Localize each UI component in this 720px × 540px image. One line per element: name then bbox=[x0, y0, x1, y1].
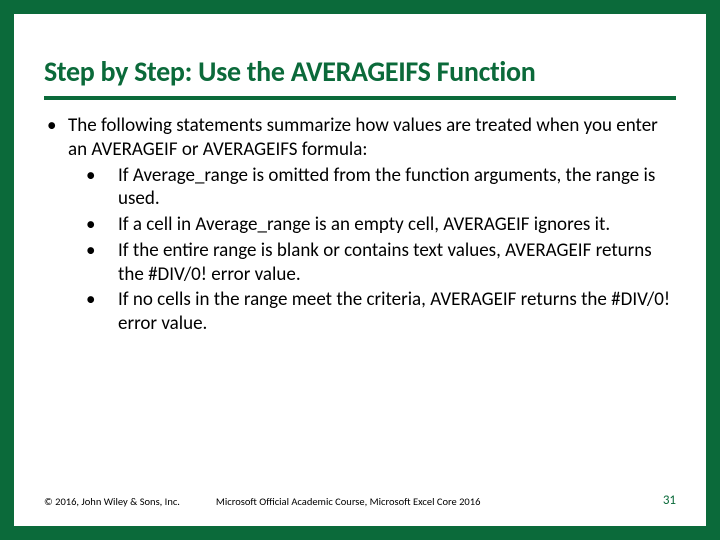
slide: Step by Step: Use the AVERAGEIFS Functio… bbox=[14, 14, 706, 526]
content-area: • The following statements summarize how… bbox=[44, 114, 676, 487]
page-title: Step by Step: Use the AVERAGEIFS Functio… bbox=[44, 56, 676, 88]
list-item: • If Average_range is omitted from the f… bbox=[82, 164, 676, 212]
title-divider bbox=[44, 96, 676, 100]
subpoints: • If Average_range is omitted from the f… bbox=[82, 164, 676, 336]
list-item: • If a cell in Average_range is an empty… bbox=[82, 213, 676, 237]
list-item: • If no cells in the range meet the crit… bbox=[82, 288, 676, 336]
point-text: If the entire range is blank or contains… bbox=[118, 239, 676, 287]
course-text: Microsoft Official Academic Course, Micr… bbox=[216, 495, 663, 508]
footer: © 2016, John Wiley & Sons, Inc. Microsof… bbox=[44, 487, 676, 508]
bullet-icon: • bbox=[44, 114, 66, 162]
copyright-text: © 2016, John Wiley & Sons, Inc. bbox=[44, 495, 216, 508]
page-number: 31 bbox=[663, 493, 676, 508]
bullet-icon: • bbox=[82, 239, 118, 287]
intro-text: The following statements summarize how v… bbox=[66, 114, 676, 162]
list-item: • If the entire range is blank or contai… bbox=[82, 239, 676, 287]
intro-item: • The following statements summarize how… bbox=[44, 114, 676, 162]
bullet-icon: • bbox=[82, 288, 118, 336]
bullet-icon: • bbox=[82, 164, 118, 212]
bullet-icon: • bbox=[82, 213, 118, 237]
point-text: If Average_range is omitted from the fun… bbox=[118, 164, 676, 212]
point-text: If no cells in the range meet the criter… bbox=[118, 288, 676, 336]
point-text: If a cell in Average_range is an empty c… bbox=[118, 213, 676, 237]
